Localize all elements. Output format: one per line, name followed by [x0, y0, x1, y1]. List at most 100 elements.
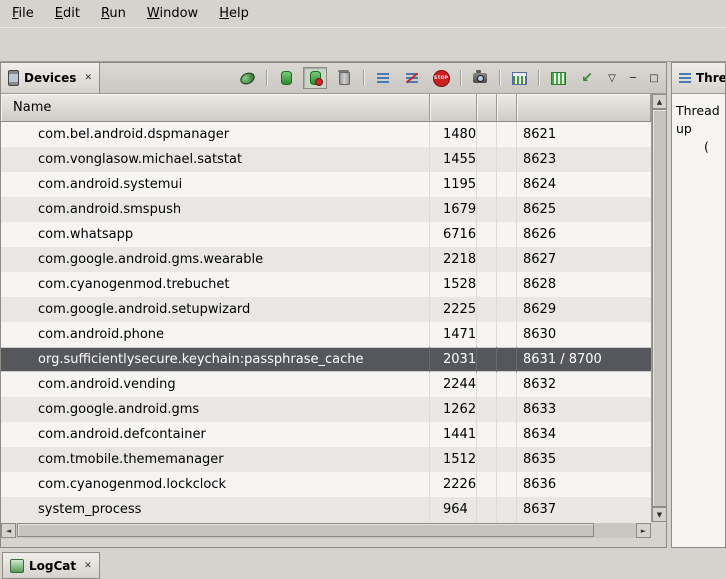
toolbar-separator: [266, 70, 267, 86]
column-header-b[interactable]: [497, 94, 517, 122]
horizontal-scroll-track[interactable]: [16, 523, 636, 538]
table-body: com.bel.android.dspmanager 1480 8621 com…: [1, 122, 651, 522]
table-row[interactable]: com.bel.android.dspmanager 1480 8621: [1, 122, 651, 147]
vertical-scroll-track[interactable]: [652, 109, 666, 507]
table-row[interactable]: com.vonglasow.michael.satstat 14553 8623: [1, 147, 651, 172]
process-port: 8630: [517, 322, 651, 347]
screen-capture-icon[interactable]: [468, 67, 492, 89]
process-col-b: [497, 172, 517, 197]
process-name: system_process: [1, 497, 430, 522]
devices-view: Devices ✕ STOP ↙ ▽: [0, 62, 667, 548]
menu-file[interactable]: File: [9, 5, 37, 22]
maximize-icon[interactable]: □: [646, 70, 662, 86]
menu-bar: File Edit Run Window Help: [0, 0, 726, 27]
refresh-views-icon[interactable]: ↙: [575, 67, 599, 89]
process-pid: 22250: [430, 297, 477, 322]
process-name: com.vonglasow.michael.satstat: [1, 147, 430, 172]
scroll-down-icon[interactable]: ▼: [652, 507, 666, 522]
table-row[interactable]: org.sufficientlysecure.keychain:passphra…: [1, 347, 651, 372]
table-row[interactable]: com.android.defcontainer 14411 8634: [1, 422, 651, 447]
process-col-b: [497, 372, 517, 397]
table-row[interactable]: com.tmobile.thememanager 1512 8635: [1, 447, 651, 472]
tab-logcat[interactable]: LogCat ✕: [2, 552, 100, 579]
menu-help[interactable]: Help: [216, 5, 252, 22]
horizontal-scrollbar[interactable]: ◄ ►: [1, 522, 651, 538]
column-header-pid[interactable]: [430, 94, 477, 122]
process-port: 8626: [517, 222, 651, 247]
scroll-up-icon[interactable]: ▲: [652, 94, 666, 109]
column-header-name[interactable]: Name: [1, 94, 430, 122]
process-col-b: [497, 272, 517, 297]
process-pid: 12623: [430, 397, 477, 422]
process-col-a: [477, 147, 497, 172]
tab-devices[interactable]: Devices ✕: [1, 63, 100, 93]
menu-edit[interactable]: Edit: [52, 5, 83, 22]
process-name: com.google.android.gms.wearable: [1, 247, 430, 272]
threads-tabbar: Threads: [672, 63, 725, 94]
table-row[interactable]: com.android.vending 22440 8632: [1, 372, 651, 397]
table-row[interactable]: com.whatsapp 6716 8626: [1, 222, 651, 247]
process-col-a: [477, 497, 497, 522]
tab-threads[interactable]: Threads: [672, 63, 726, 93]
process-col-b: [497, 397, 517, 422]
process-col-b: [497, 347, 517, 372]
process-col-b: [497, 197, 517, 222]
stop-process-icon[interactable]: STOP: [429, 67, 453, 89]
system-report-icon[interactable]: [507, 67, 531, 89]
process-port: 8633: [517, 397, 651, 422]
menu-run[interactable]: Run: [98, 5, 129, 22]
vertical-scroll-thumb[interactable]: [652, 109, 666, 507]
table-row[interactable]: com.cyanogenmod.trebuchet 1528 8628: [1, 272, 651, 297]
process-name: org.sufficientlysecure.keychain:passphra…: [1, 347, 430, 372]
process-col-a: [477, 397, 497, 422]
table-row[interactable]: com.google.android.setupwizard 22250 862…: [1, 297, 651, 322]
process-col-b: [497, 122, 517, 147]
process-table: Name com.bel.android.dspmanager 1480 862…: [1, 94, 666, 547]
menu-window[interactable]: Window: [144, 5, 201, 22]
close-icon[interactable]: ✕: [84, 73, 92, 83]
scroll-left-icon[interactable]: ◄: [1, 523, 16, 538]
process-port: 8631 / 8700: [517, 347, 651, 372]
process-port: 8624: [517, 172, 651, 197]
close-icon[interactable]: ✕: [84, 561, 92, 571]
table-row[interactable]: com.android.smspush 1679 8625: [1, 197, 651, 222]
process-pid: 1471: [430, 322, 477, 347]
view-menu-icon[interactable]: ▽: [604, 70, 620, 86]
process-pid: 14411: [430, 422, 477, 447]
threads-view: Threads Thread up (: [671, 62, 726, 548]
update-heap-icon[interactable]: [274, 67, 298, 89]
debug-process-icon[interactable]: [235, 67, 259, 89]
stop-method-profiling-icon[interactable]: [400, 67, 424, 89]
minimize-icon[interactable]: ─: [625, 70, 641, 86]
cause-gc-icon[interactable]: [332, 67, 356, 89]
vertical-scrollbar[interactable]: ▲ ▼: [651, 94, 666, 522]
table-row[interactable]: com.cyanogenmod.lockclock 22265 8636: [1, 472, 651, 497]
process-port: 8636: [517, 472, 651, 497]
device-icon: [8, 70, 19, 86]
horizontal-scroll-thumb[interactable]: [17, 523, 594, 537]
table-row[interactable]: system_process 964 8637: [1, 497, 651, 522]
table-row[interactable]: com.android.phone 1471 8630: [1, 322, 651, 347]
toolbar-strip: [0, 27, 726, 62]
process-pid: 6716: [430, 222, 477, 247]
toolbar-separator: [460, 70, 461, 86]
process-col-a: [477, 222, 497, 247]
process-col-b: [497, 497, 517, 522]
dump-hprof-icon[interactable]: [303, 67, 327, 89]
column-header-port[interactable]: [517, 94, 651, 122]
table-row[interactable]: com.android.systemui 1195 8624: [1, 172, 651, 197]
column-header-a[interactable]: [477, 94, 497, 122]
table-row[interactable]: com.google.android.gms 12623 8633: [1, 397, 651, 422]
process-pid: 14553: [430, 147, 477, 172]
process-pid: 1480: [430, 122, 477, 147]
process-col-a: [477, 247, 497, 272]
capture-view-hierarchy-icon[interactable]: [546, 67, 570, 89]
threads-message: Thread up (: [672, 94, 725, 547]
table-row[interactable]: com.google.android.gms.wearable 22185 86…: [1, 247, 651, 272]
process-pid: 1679: [430, 197, 477, 222]
process-col-a: [477, 297, 497, 322]
update-threads-icon[interactable]: [371, 67, 395, 89]
scroll-right-icon[interactable]: ►: [636, 523, 651, 538]
process-name: com.android.vending: [1, 372, 430, 397]
process-col-b: [497, 422, 517, 447]
